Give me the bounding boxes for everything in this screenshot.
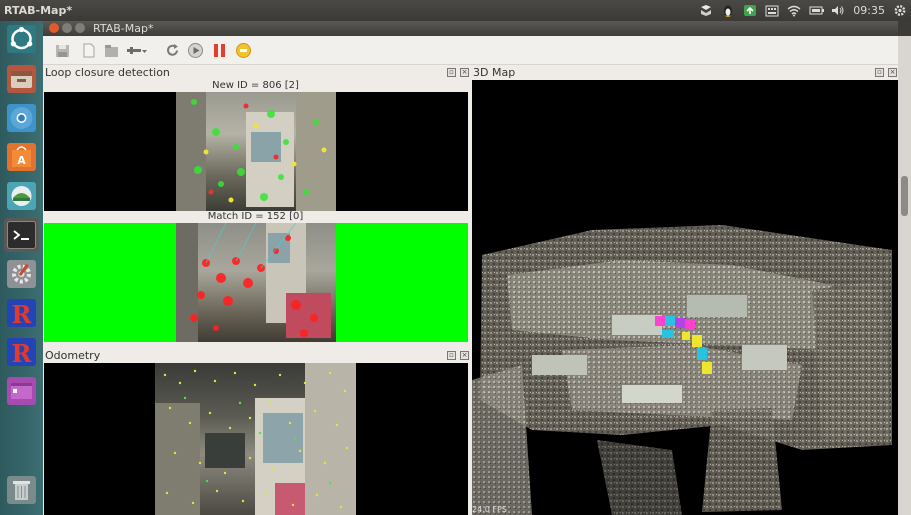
terminal-icon [7,221,36,249]
trash-icon [7,476,36,504]
odometry-image-panel [44,363,468,515]
match-id-label: Match ID = 152 [0] [207,211,304,222]
volume-icon[interactable] [831,4,845,17]
tux-icon[interactable] [721,4,735,17]
pause-icon[interactable] [211,42,228,59]
svg-text:A: A [17,154,26,167]
battery-icon[interactable] [809,4,825,17]
dropbox-icon[interactable] [699,4,713,17]
active-app-title: RTAB-Map* [4,4,73,17]
system-settings-icon [7,260,36,288]
system-settings-button[interactable] [4,257,39,291]
fps-counter: 24.0 FPS [472,505,507,514]
save-icon[interactable] [54,42,71,59]
3d-map-dock-title: 3D Map [473,66,516,79]
close-dock-button[interactable]: × [888,68,897,77]
window-title: RTAB-Map* [93,22,154,35]
match-image-panel [44,223,468,342]
terminal-button[interactable] [4,218,39,252]
vertical-scrollbar[interactable] [898,36,911,515]
files-button[interactable] [4,62,39,96]
rtabmap-icon: R [7,299,36,329]
rtabmap-icon-2: R [7,338,36,368]
software-center-button[interactable]: A [4,140,39,174]
files-icon [7,65,36,93]
odometry-image-view [155,363,356,515]
keyboard-icon[interactable] [765,4,779,17]
trash-button[interactable] [4,473,39,507]
float-dock-button[interactable]: ▫ [447,351,456,360]
close-dock-button[interactable]: × [460,68,469,77]
float-dock-button[interactable]: ▫ [875,68,884,77]
rtabmap-button-2[interactable]: R [4,335,39,369]
ubuntu-dash-button[interactable] [4,22,39,56]
match-image-view [176,223,336,342]
close-dock-button[interactable]: × [460,351,469,360]
svg-text:R: R [12,339,33,366]
workspace-icon [7,377,36,405]
ubuntu-dash-icon [7,25,36,53]
svg-text:R: R [12,300,33,327]
chromium-button[interactable] [4,101,39,135]
chromium-icon [7,104,36,132]
new-icon[interactable] [80,42,97,59]
system-monitor-icon [7,182,36,210]
maximize-window-button[interactable] [75,23,85,33]
close-window-button[interactable] [49,23,59,33]
minimize-window-button[interactable] [62,23,72,33]
stop-icon[interactable] [235,42,252,59]
workspace-switcher-button[interactable] [4,374,39,408]
rtabmap-window: RTAB-Map* Loop closure detection ▫ × New… [43,21,898,515]
float-dock-button[interactable]: ▫ [447,68,456,77]
new-id-label: New ID = 806 [2] [212,80,299,91]
scrollbar-thumb[interactable] [901,176,908,216]
top-panel: RTAB-Map* 09:35 [0,0,911,21]
new-image-panel [44,92,468,211]
updater-icon[interactable] [743,4,757,17]
launcher: A R R [0,21,43,515]
play-icon[interactable] [187,42,204,59]
refresh-icon[interactable] [164,42,181,59]
loop-closure-dock-title: Loop closure detection [45,66,170,79]
odometry-dock-title: Odometry [45,349,101,362]
system-tray: 09:35 [699,2,907,19]
dropdown-icon[interactable] [126,42,148,59]
rtabmap-button[interactable]: R [4,296,39,330]
odometry-dock-buttons: ▫ × [447,351,469,360]
gear-icon[interactable] [893,4,907,17]
clock[interactable]: 09:35 [853,4,885,17]
main-toolbar [43,36,898,65]
3d-map-view[interactable]: 24.0 FPS [472,80,898,515]
window-titlebar: RTAB-Map* [43,21,898,36]
software-center-icon: A [7,143,36,171]
map-dock-buttons: ▫ × [875,68,897,77]
new-image-view [176,92,336,211]
system-monitor-button[interactable] [4,179,39,213]
open-icon[interactable] [103,42,120,59]
wifi-icon[interactable] [787,4,801,17]
loop-dock-buttons: ▫ × [447,68,469,77]
